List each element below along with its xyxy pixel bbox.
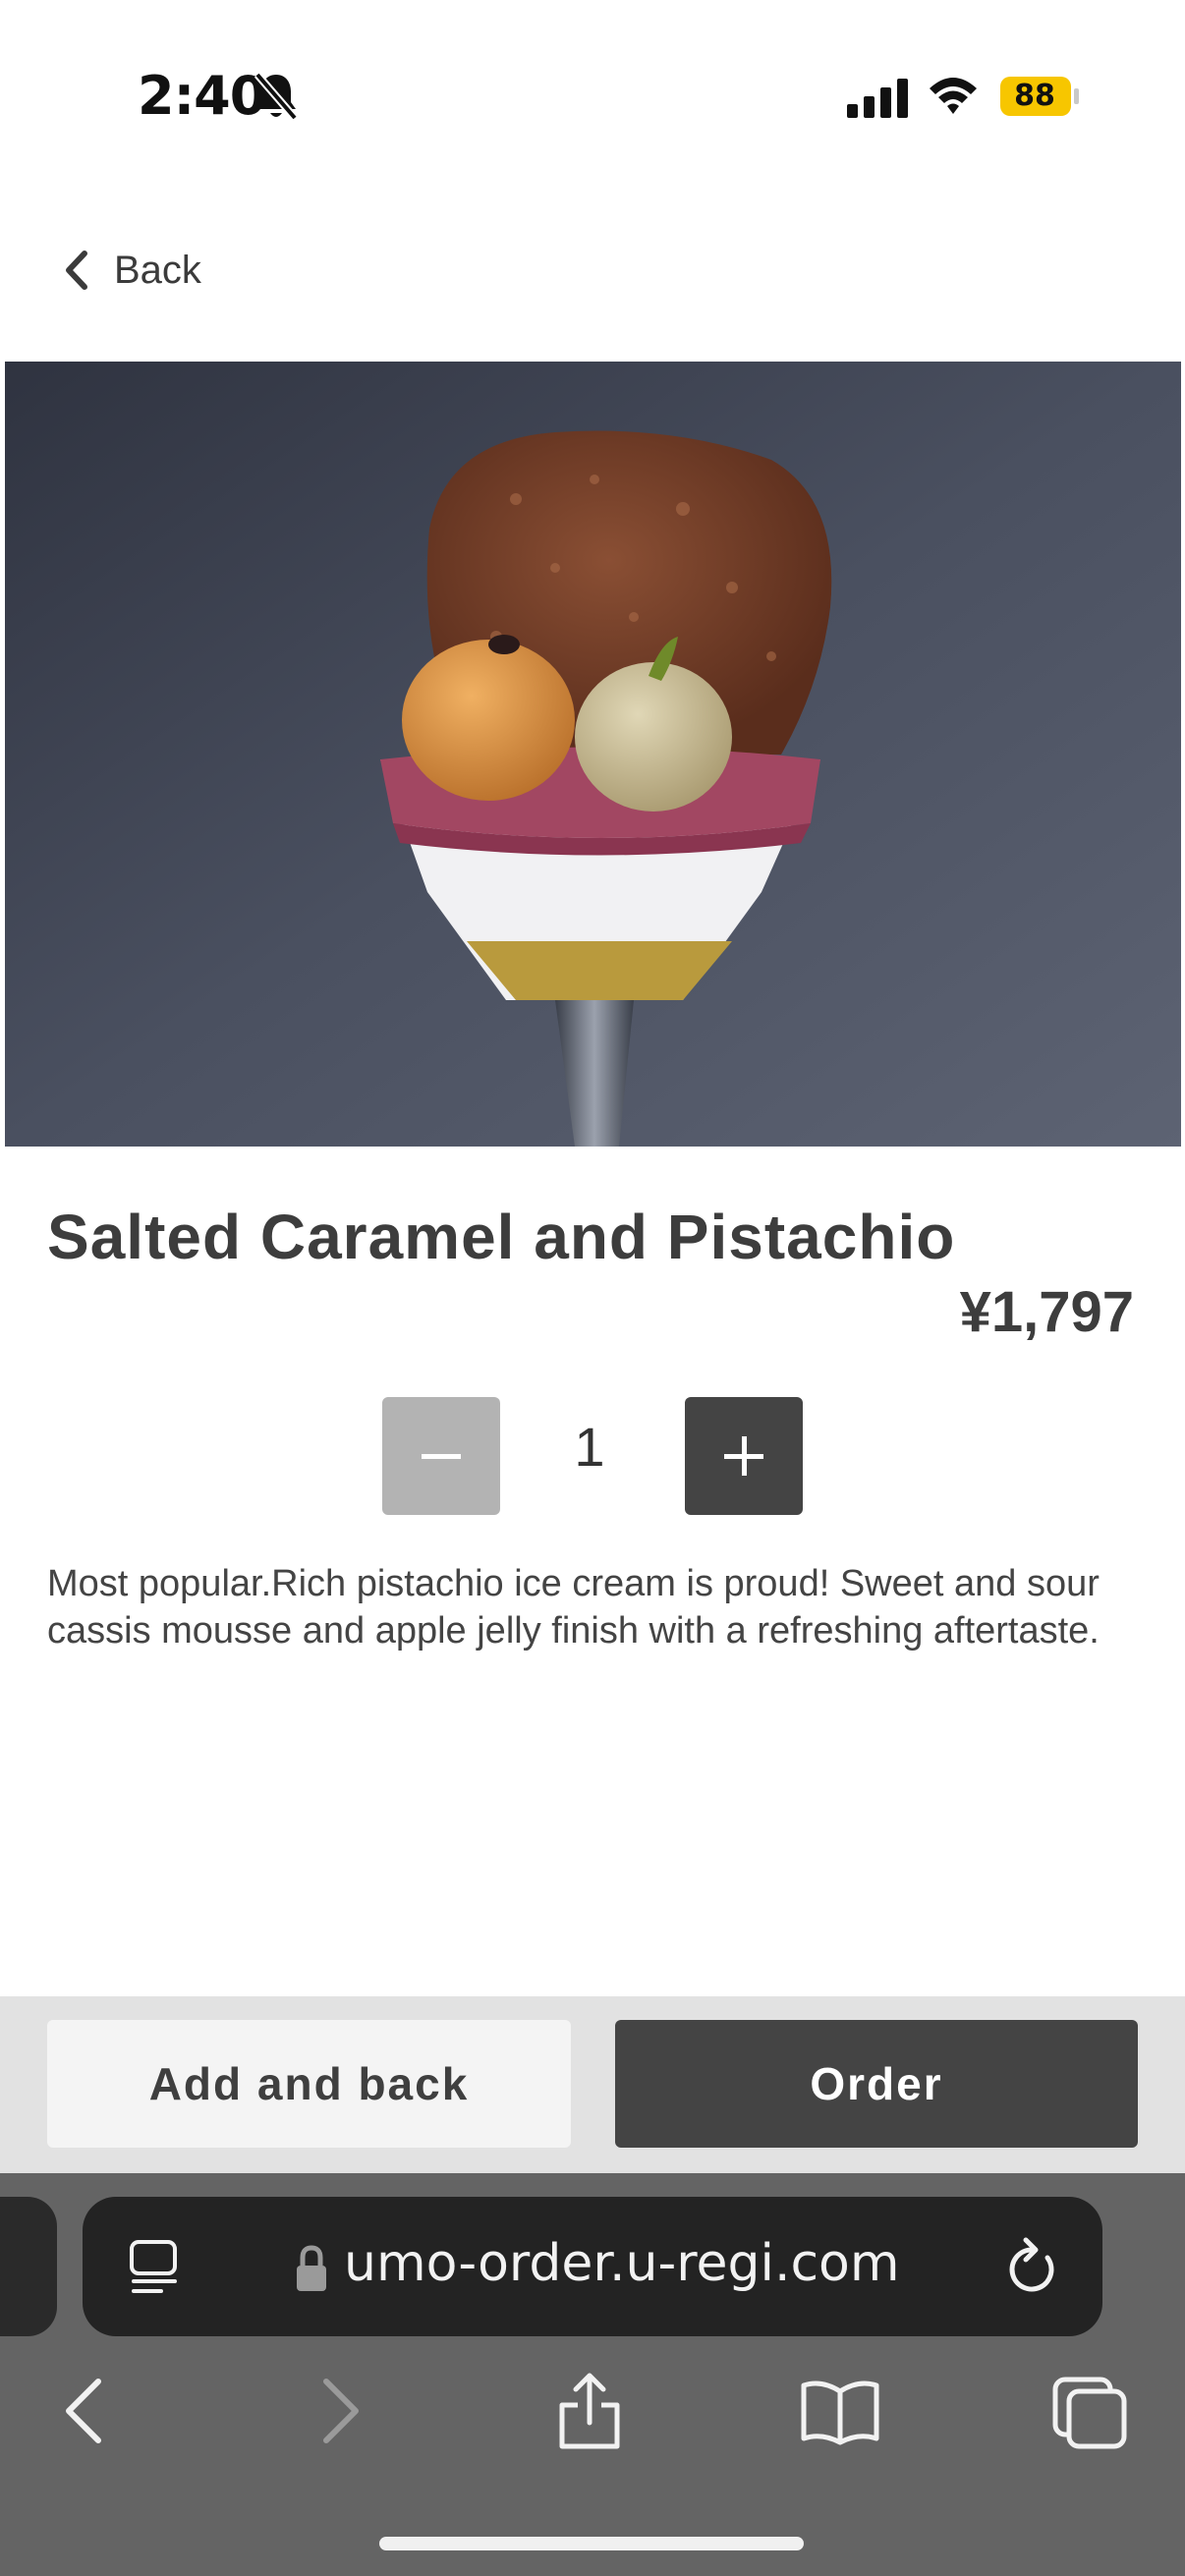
forward-arrow-icon[interactable] <box>316 2372 366 2450</box>
product-photo <box>5 362 1181 1147</box>
back-label: Back <box>114 248 201 292</box>
tabs-icon[interactable] <box>1051 2372 1130 2450</box>
cellular-signal-icon <box>847 79 908 118</box>
bookmarks-icon[interactable] <box>798 2372 882 2450</box>
quantity-decrease-button[interactable] <box>382 1397 500 1515</box>
back-arrow-icon[interactable] <box>59 2372 108 2450</box>
product-description: Most popular.Rich pistachio ice cream is… <box>47 1563 1100 1652</box>
back-button[interactable]: Back <box>59 236 201 305</box>
chevron-left-icon <box>66 251 87 290</box>
wifi-icon <box>930 78 977 114</box>
share-icon[interactable] <box>556 2372 623 2450</box>
product-price: ¥1,797 <box>959 1280 1134 1344</box>
status-time: 2:40 <box>138 65 266 127</box>
product-title: Salted Caramel and Pistachio <box>47 1202 956 1272</box>
reader-icon[interactable] <box>128 2238 181 2297</box>
battery-level: 88 <box>1014 79 1055 113</box>
url-text[interactable]: umo-order.u-regi.com <box>344 2234 900 2293</box>
quantity-value: 1 <box>574 1416 605 1478</box>
lock-icon <box>297 2245 326 2291</box>
minus-icon <box>422 1454 461 1459</box>
previous-tab-preview[interactable] <box>0 2197 57 2336</box>
quantity-increase-button[interactable] <box>685 1397 803 1515</box>
home-indicator <box>379 2537 804 2550</box>
order-button[interactable]: Order <box>615 2020 1138 2148</box>
reload-icon[interactable] <box>1002 2236 1061 2299</box>
bell-slash-icon <box>254 72 299 121</box>
add-and-back-button[interactable]: Add and back <box>47 2020 571 2148</box>
